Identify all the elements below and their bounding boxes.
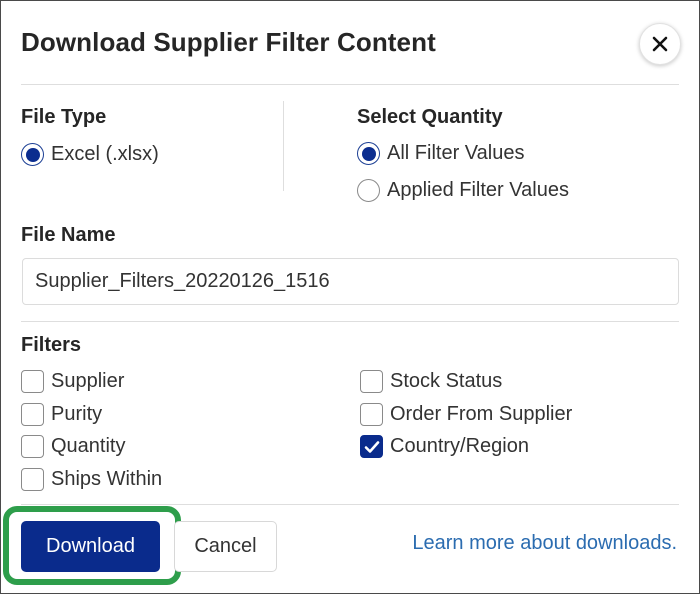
checkbox-order-from-supplier-label: Order From Supplier bbox=[390, 403, 573, 425]
checkbox-supplier[interactable]: Supplier bbox=[21, 370, 124, 393]
checkbox-indicator bbox=[21, 468, 44, 491]
checkbox-purity-label: Purity bbox=[51, 403, 103, 425]
checkbox-indicator bbox=[21, 370, 44, 393]
checkbox-order-from-supplier[interactable]: Order From Supplier bbox=[360, 403, 572, 426]
close-icon bbox=[652, 36, 668, 52]
select-quantity-label: Select Quantity bbox=[357, 106, 503, 128]
learn-more-link[interactable]: Learn more about downloads. bbox=[412, 532, 677, 555]
radio-indicator bbox=[357, 179, 380, 202]
radio-excel-xlsx-label: Excel (.xlsx) bbox=[51, 143, 159, 165]
dialog-header: Download Supplier Filter Content bbox=[21, 1, 681, 85]
file-name-label: File Name bbox=[21, 224, 116, 246]
cancel-button[interactable]: Cancel bbox=[174, 521, 277, 572]
checkbox-indicator bbox=[360, 370, 383, 393]
radio-all-filter-values[interactable]: All Filter Values bbox=[357, 142, 524, 165]
checkbox-stock-status-label: Stock Status bbox=[390, 370, 503, 392]
close-button[interactable] bbox=[639, 23, 681, 65]
checkbox-purity[interactable]: Purity bbox=[21, 403, 102, 426]
checkmark-icon bbox=[364, 440, 379, 453]
radio-all-filter-values-label: All Filter Values bbox=[387, 142, 525, 164]
radio-excel-xlsx[interactable]: Excel (.xlsx) bbox=[21, 143, 159, 166]
checkbox-indicator bbox=[21, 403, 44, 426]
file-type-label: File Type bbox=[21, 106, 107, 128]
checkbox-quantity[interactable]: Quantity bbox=[21, 435, 125, 458]
file-name-input[interactable] bbox=[22, 258, 679, 305]
radio-applied-filter-values-label: Applied Filter Values bbox=[387, 179, 569, 201]
checkbox-country-region[interactable]: Country/Region bbox=[360, 435, 529, 458]
checkbox-stock-status[interactable]: Stock Status bbox=[360, 370, 502, 393]
checkbox-indicator bbox=[360, 435, 383, 458]
filters-label: Filters bbox=[21, 334, 82, 356]
checkbox-ships-within-label: Ships Within bbox=[51, 468, 163, 490]
download-button[interactable]: Download bbox=[21, 521, 160, 572]
checkbox-indicator bbox=[360, 403, 383, 426]
checkbox-supplier-label: Supplier bbox=[51, 370, 125, 392]
radio-applied-filter-values[interactable]: Applied Filter Values bbox=[357, 179, 569, 202]
checkbox-country-region-label: Country/Region bbox=[390, 435, 529, 457]
dialog-title: Download Supplier Filter Content bbox=[21, 27, 436, 57]
radio-indicator bbox=[21, 143, 44, 166]
radio-indicator bbox=[357, 142, 380, 165]
download-dialog: Download Supplier Filter Content File Ty… bbox=[0, 0, 700, 594]
divider bbox=[21, 321, 679, 322]
divider bbox=[21, 504, 679, 505]
checkbox-quantity-label: Quantity bbox=[51, 435, 126, 457]
column-divider bbox=[283, 101, 284, 191]
checkbox-indicator bbox=[21, 435, 44, 458]
checkbox-ships-within[interactable]: Ships Within bbox=[21, 468, 162, 491]
